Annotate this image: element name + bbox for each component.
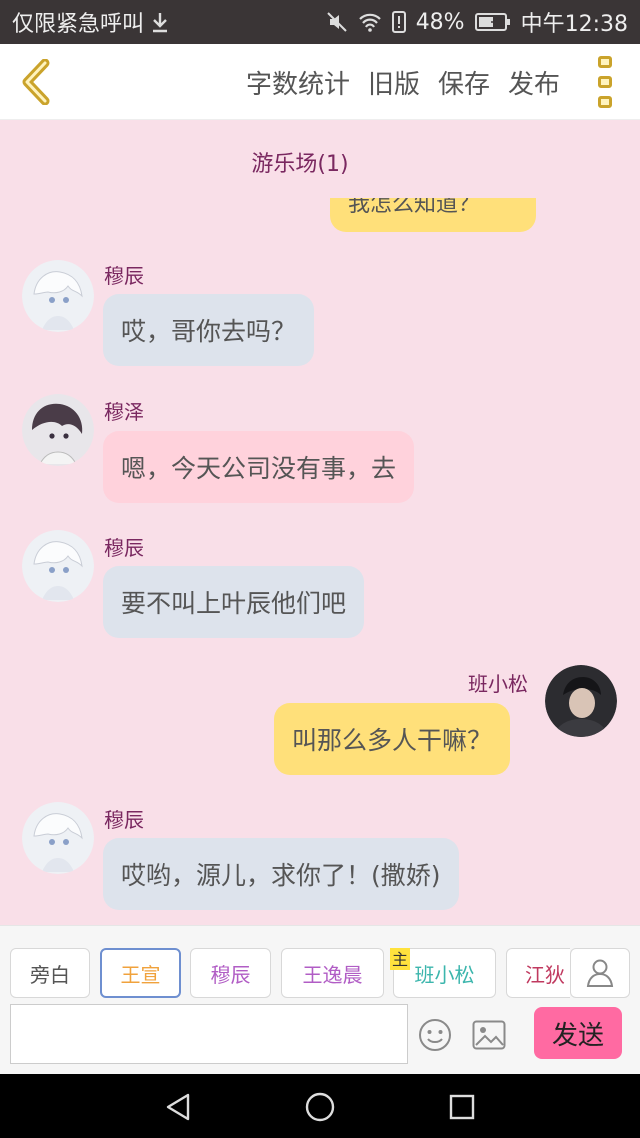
role-wangyichen[interactable]: 王逸晨 [281, 948, 384, 998]
message-bubble: 哎，哥你去吗？ [103, 294, 315, 366]
battery-percent: 48% [415, 9, 465, 35]
message-bubble: 嗯，今天公司没有事，去 [103, 431, 415, 503]
back-button[interactable] [14, 58, 58, 106]
partial-message-bubble: 我怎么知道？ [330, 198, 536, 232]
nav-recents-icon[interactable] [446, 1091, 478, 1123]
clock: 中午12:38 [520, 12, 628, 37]
back-chevron-icon [22, 59, 50, 105]
role-label: 班小松 [414, 962, 475, 987]
role-label: 旁白 [30, 962, 70, 987]
role-label: 江狄 [525, 962, 565, 987]
avatar[interactable] [545, 665, 617, 737]
chat-area[interactable]: 游乐场(1) 我怎么知道？ 穆辰 哎，哥你去吗？ 穆泽 嗯，今天公司没有事，去 … [0, 120, 640, 925]
avatar[interactable] [22, 394, 94, 466]
message-input[interactable] [10, 1004, 408, 1064]
role-label: 王宣 [120, 962, 161, 987]
composer: 旁白 王宣 穆辰 王逸晨 班小松 主 江狄 发送 [0, 925, 640, 1074]
main-role-badge: 主 [390, 948, 410, 970]
wifi-icon [358, 12, 382, 32]
role-label: 王逸晨 [302, 962, 363, 987]
chat-title: 游乐场(1) [251, 152, 349, 177]
status-right: 48% 中午12:38 [326, 6, 628, 38]
sender-name: 穆辰 [104, 264, 144, 288]
sender-name: 穆辰 [104, 808, 144, 832]
sender-name: 穆辰 [104, 536, 144, 560]
publish-button[interactable]: 发布 [508, 64, 560, 101]
emergency-only-text: 仅限紧急呼叫 [12, 12, 145, 37]
old-version-button[interactable]: 旧版 [368, 64, 420, 101]
header-actions: 字数统计 旧版 保存 发布 [246, 44, 560, 120]
more-menu-icon[interactable] [594, 56, 616, 108]
send-button[interactable]: 发送 [534, 1007, 622, 1059]
save-button[interactable]: 保存 [438, 64, 490, 101]
app-header: 字数统计 旧版 保存 发布 [0, 44, 640, 120]
word-count-button[interactable]: 字数统计 [246, 64, 350, 101]
system-nav-bar [0, 1074, 640, 1138]
avatar[interactable] [22, 530, 94, 602]
nav-back-icon[interactable] [162, 1091, 194, 1123]
person-icon [586, 959, 614, 987]
message-bubble: 要不叫上叶辰他们吧 [103, 566, 365, 638]
role-selector: 旁白 王宣 穆辰 王逸晨 班小松 主 江狄 [0, 948, 570, 1000]
role-wangxuan[interactable]: 王宣 [100, 948, 181, 998]
role-jiangdi[interactable]: 江狄 [506, 948, 570, 998]
battery-icon [474, 13, 511, 31]
status-left: 仅限紧急呼叫 [12, 6, 170, 38]
sim-alert-icon [391, 11, 406, 33]
status-bar: 仅限紧急呼叫 48% 中午12:38 [0, 0, 640, 44]
sender-name: 班小松 [468, 672, 528, 696]
message-bubble: 叫那么多人干嘛？ [274, 703, 511, 775]
message-bubble: 哎哟，源儿，求你了！(撒娇) [103, 838, 459, 910]
avatar[interactable] [22, 260, 94, 332]
image-icon[interactable] [472, 1020, 506, 1050]
role-label: 穆辰 [210, 962, 251, 987]
mute-icon [326, 11, 348, 33]
avatar[interactable] [22, 802, 94, 874]
sender-name: 穆泽 [104, 400, 144, 424]
manage-roles-button[interactable] [570, 948, 630, 998]
nav-home-icon[interactable] [304, 1091, 336, 1123]
role-muchen[interactable]: 穆辰 [190, 948, 271, 998]
emoji-icon[interactable] [418, 1018, 452, 1052]
download-icon [150, 11, 170, 33]
role-narrator[interactable]: 旁白 [10, 948, 90, 998]
